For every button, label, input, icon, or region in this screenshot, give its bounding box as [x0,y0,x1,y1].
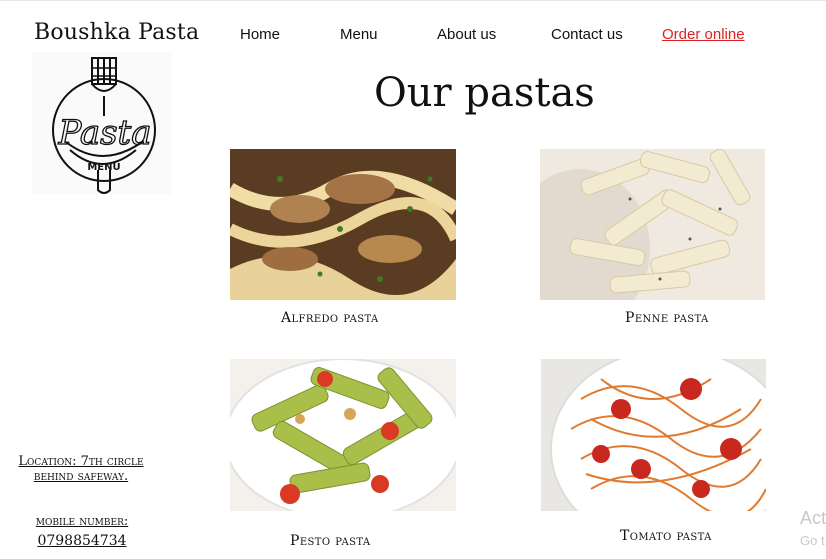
logo-script-text: Pasta [57,113,151,153]
page-title: Our pastas [374,70,595,116]
alfredo-pasta-image [230,149,456,300]
penne-pasta-caption: Penne pasta [625,310,709,326]
nav-about-us[interactable]: About us [437,26,496,43]
alfredo-pasta-caption: Alfredo pasta [281,310,379,326]
activation-watermark: Act [800,508,826,528]
logo-menu-text: MENU [87,162,120,173]
nav-contact-us[interactable]: Contact us [551,26,623,43]
tomato-pasta-caption: Tomato pasta [620,528,712,544]
tomato-pasta-image [541,359,766,511]
fork-pasta-icon: Pasta MENU [52,57,156,194]
main-nav: Home Menu About us Contact us Order onli… [0,26,826,46]
top-border [0,0,826,1]
nav-menu[interactable]: Menu [340,26,378,43]
pasta-menu-logo: Pasta MENU [32,52,172,194]
pesto-pasta-caption: Pesto pasta [290,533,371,549]
pesto-pasta-image [230,359,456,511]
location-text: Location: 7th circle behind safeway. [18,454,144,484]
nav-order-online[interactable]: Order online [662,26,745,43]
mobile-label: mobile number: [35,514,129,529]
penne-pasta-image [540,149,765,300]
mobile-number: 0798854734 [37,533,127,549]
nav-home[interactable]: Home [240,26,280,43]
activation-watermark-sub: Go t [800,533,825,548]
